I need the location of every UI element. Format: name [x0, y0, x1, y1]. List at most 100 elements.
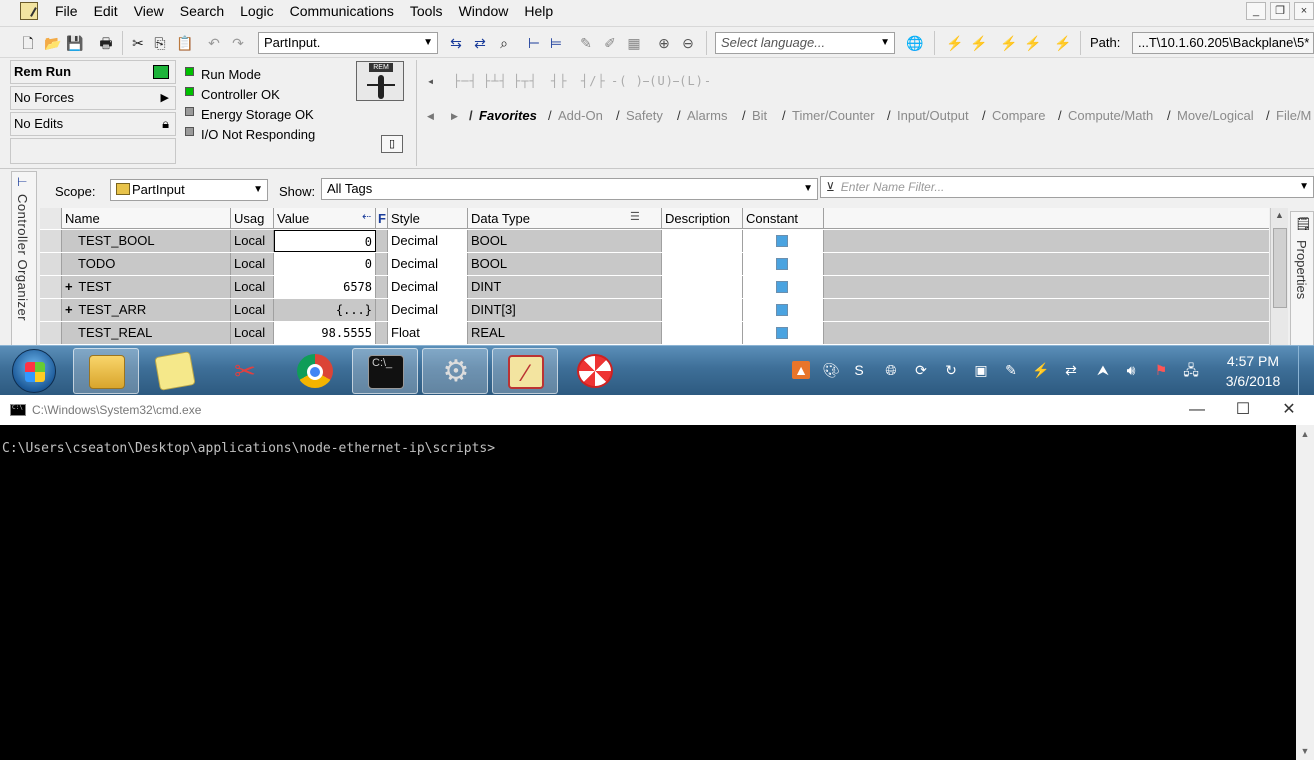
tag-name[interactable]: TEST_REAL — [62, 322, 231, 344]
globe-icon[interactable]: 🌐 — [906, 35, 923, 51]
scroll-up-icon[interactable]: ▲ — [1275, 210, 1284, 220]
row-selector[interactable] — [40, 276, 62, 298]
col-usage[interactable]: Usag — [231, 208, 274, 229]
constant-checkbox[interactable] — [776, 304, 788, 316]
controller-organizer-tab[interactable]: ⊢ Controller Organizer — [11, 171, 37, 345]
usb-icon[interactable]: ⚡ — [1032, 361, 1050, 379]
edit-icon[interactable]: ✐ — [602, 35, 618, 51]
sync-icon[interactable]: ⟳ — [912, 361, 930, 379]
monitor-icon[interactable]: ▣ — [972, 361, 990, 379]
tag-style[interactable]: Float — [388, 322, 468, 344]
table-row[interactable]: + TEST_ARR Local {...} Decimal DINT[3] — [40, 299, 1269, 322]
taskbar-sticky-notes[interactable] — [142, 348, 208, 394]
controller-properties-button[interactable]: ▯ — [381, 135, 403, 153]
table-row[interactable]: TEST_BOOL Local 0 Decimal BOOL — [40, 230, 1269, 253]
tag-value[interactable]: 98.5555 — [274, 322, 376, 344]
table-row[interactable]: TODO Local 0 Decimal BOOL — [40, 253, 1269, 276]
taskbar-rslogix[interactable]: ⁄ — [492, 348, 558, 394]
constant-checkbox[interactable] — [776, 327, 788, 339]
tab-add-on[interactable]: Add-On — [548, 107, 603, 125]
branch-level-icon[interactable]: ├┬┤ — [513, 74, 538, 88]
tab-timer-counter[interactable]: Timer/Counter — [782, 107, 875, 125]
close-button[interactable]: ✕ — [1266, 395, 1312, 425]
tag-description[interactable] — [662, 276, 743, 298]
cut-icon[interactable]: ✂ — [130, 35, 146, 51]
menu-logic[interactable]: Logic — [231, 0, 280, 22]
constant-checkbox[interactable] — [776, 281, 788, 293]
tab-scroll-right-icon[interactable]: ▶ — [451, 107, 458, 125]
close-button[interactable]: × — [1294, 2, 1314, 20]
tab-favorites[interactable]: Favorites — [469, 107, 537, 125]
minimize-button[interactable]: _ — [1246, 2, 1266, 20]
col-constant[interactable]: Constant — [743, 208, 824, 229]
tag-description[interactable] — [662, 299, 743, 321]
scroll-down-icon[interactable]: ▼ — [1296, 742, 1314, 760]
tag-grid-scrollbar[interactable]: ▲ — [1270, 208, 1288, 345]
paste-icon[interactable]: 📋 — [176, 35, 193, 51]
scroll-thumb[interactable] — [1273, 228, 1287, 308]
maximize-button[interactable]: ☐ — [1220, 395, 1266, 425]
find-replace-icon[interactable]: ⌕ — [496, 35, 512, 51]
table-row[interactable]: + TEST Local 6578 Decimal DINT — [40, 276, 1269, 299]
table-row[interactable]: TEST_REAL Local 98.5555 Float REAL — [40, 322, 1269, 345]
tag-data-type[interactable]: DINT[3] — [468, 299, 662, 321]
taskbar-factorytalk[interactable] — [562, 348, 628, 394]
tag-constant[interactable] — [743, 253, 824, 275]
taskbar-cmd[interactable]: C:\_ — [352, 348, 418, 394]
menu-search[interactable]: Search — [171, 0, 231, 22]
system-clock[interactable]: 4:57 PM 3/6/2018 — [1216, 351, 1290, 391]
expand-icon[interactable]: + — [65, 276, 75, 298]
menu-window[interactable]: Window — [450, 0, 516, 22]
tag-description[interactable] — [662, 253, 743, 275]
sort-options-icon[interactable]: ☰ — [630, 210, 640, 223]
pen-icon[interactable]: ✎ — [1002, 361, 1020, 379]
cmd-scrollbar[interactable]: ▲ ▼ — [1296, 425, 1314, 760]
upload-icon[interactable]: ⚡ — [1000, 35, 1017, 51]
tag-constant[interactable] — [743, 322, 824, 344]
routine-combo[interactable]: PartInput. ▼ — [258, 32, 438, 54]
menu-communications[interactable]: Communications — [281, 0, 401, 22]
tab-compare[interactable]: Compare — [982, 107, 1045, 125]
scope-select[interactable]: PartInput ▼ — [110, 179, 268, 201]
cmd-title-bar[interactable]: C:\Windows\System32\cmd.exe — ☐ ✕ — [0, 395, 1314, 425]
tag-name[interactable]: + TEST_ARR — [62, 299, 231, 321]
paint-icon[interactable]: 🎨︎ — [822, 361, 840, 379]
tag-style[interactable]: Decimal — [388, 299, 468, 321]
forces-status[interactable]: No Forces ▶ — [10, 86, 176, 110]
tab-alarms[interactable]: Alarms — [677, 107, 727, 125]
tag-constant[interactable] — [743, 299, 824, 321]
row-selector[interactable] — [40, 299, 62, 321]
tag-constant[interactable] — [743, 276, 824, 298]
minimize-button[interactable]: — — [1174, 395, 1220, 425]
tag-style[interactable]: Decimal — [388, 253, 468, 275]
network-icon[interactable]: ⚡ — [1024, 35, 1041, 51]
taskbar-rslinx[interactable]: ⚙ — [422, 348, 488, 394]
col-value[interactable]: Value — [274, 208, 376, 229]
zoom-out-icon[interactable]: ⊖ — [680, 35, 696, 51]
rung-icon[interactable]: ├─┤ — [453, 74, 478, 88]
find-next-icon[interactable]: ⇄ — [472, 35, 488, 51]
tag-description[interactable] — [662, 322, 743, 344]
path-field[interactable]: ...T\10.1.60.205\Backplane\5* — [1132, 32, 1314, 54]
tag-name[interactable]: + TEST — [62, 276, 231, 298]
volume-icon[interactable]: 🔊︎ — [1122, 361, 1140, 379]
tag-data-type[interactable]: BOOL — [468, 253, 662, 275]
tag-value[interactable]: 0 — [274, 253, 376, 275]
who-active-icon[interactable]: ⚡ — [1054, 35, 1071, 51]
find-icon[interactable]: ⇆ — [448, 35, 464, 51]
constant-checkbox[interactable] — [776, 235, 788, 247]
taskbar-explorer[interactable] — [73, 348, 139, 394]
taskbar-snipping-tool[interactable]: ✂ — [212, 348, 278, 394]
tag-data-type[interactable]: REAL — [468, 322, 662, 344]
chevron-up-icon[interactable]: ⮝ — [1094, 361, 1112, 379]
action-center-icon[interactable]: ⚑ — [1152, 361, 1170, 379]
name-filter-input[interactable]: ⊻ Enter Name Filter... ▼ — [820, 176, 1314, 198]
row-selector[interactable] — [40, 230, 62, 252]
network-status-icon[interactable]: 🖧 — [1182, 361, 1200, 379]
show-desktop-button[interactable] — [1298, 346, 1314, 396]
vlc-icon[interactable]: ▲ — [792, 361, 810, 379]
taskbar-chrome[interactable] — [282, 348, 348, 394]
tag-value[interactable]: {...} — [274, 299, 376, 321]
language-select[interactable]: Select language... ▼ — [715, 32, 895, 54]
row-selector[interactable] — [40, 322, 62, 344]
